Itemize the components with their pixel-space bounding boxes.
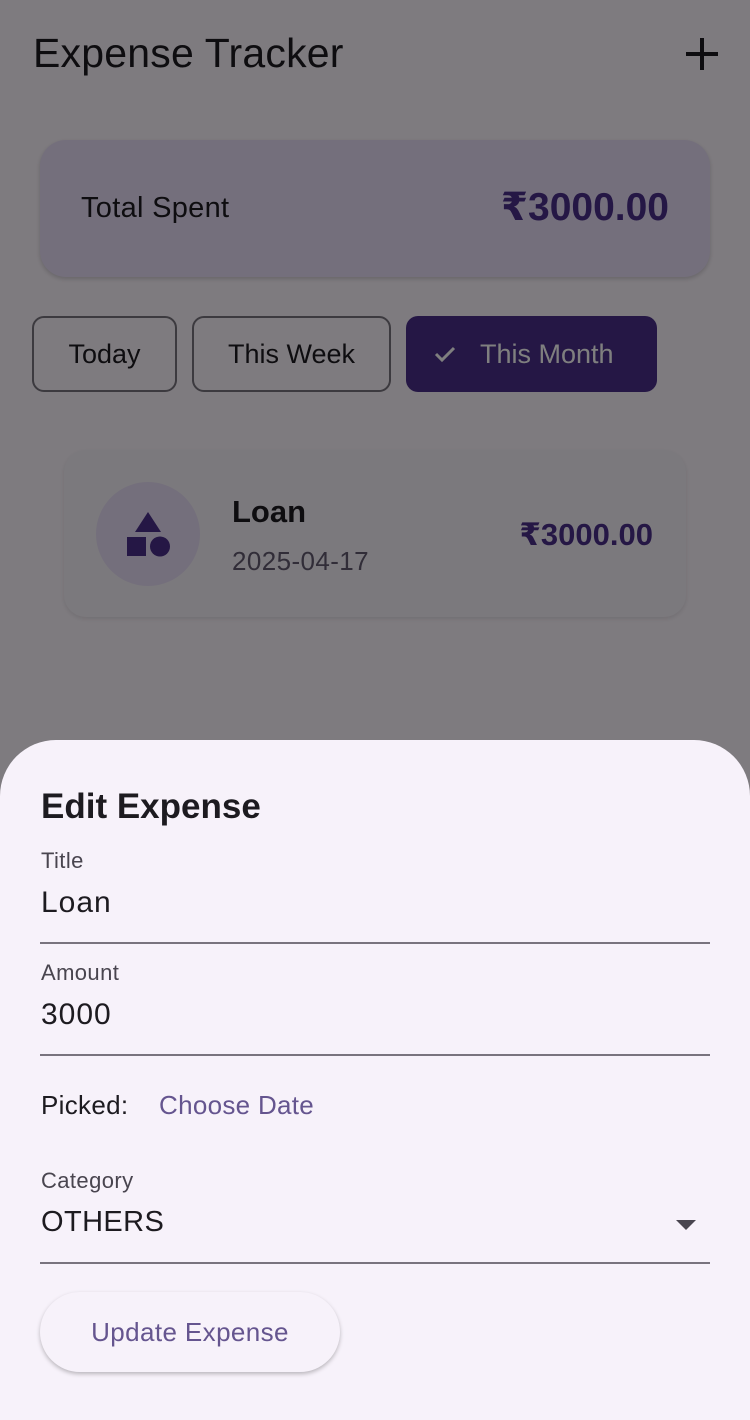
- update-expense-label: Update Expense: [91, 1316, 289, 1347]
- category-field-underline: [40, 1262, 710, 1264]
- category-dropdown[interactable]: OTHERS: [41, 1206, 164, 1239]
- amount-field-underline: [40, 1054, 710, 1056]
- sheet-title: Edit Expense: [41, 787, 261, 826]
- amount-field[interactable]: 3000: [41, 998, 112, 1032]
- title-field-underline: [40, 942, 710, 944]
- edit-expense-sheet: Edit Expense Title Loan Amount 3000 Pick…: [0, 740, 750, 1420]
- picked-date-label: Picked:: [41, 1090, 129, 1120]
- category-field-label: Category: [41, 1168, 134, 1193]
- amount-field-label: Amount: [41, 960, 120, 985]
- title-field-label: Title: [41, 848, 84, 873]
- dropdown-arrow-icon[interactable]: [674, 1218, 698, 1232]
- update-expense-button[interactable]: Update Expense: [40, 1292, 340, 1372]
- choose-date-button[interactable]: Choose Date: [159, 1090, 314, 1121]
- expense-tracker-screen: Expense Tracker Total Spent ₹3000.00 Tod…: [0, 0, 750, 1420]
- title-field[interactable]: Loan: [41, 886, 112, 920]
